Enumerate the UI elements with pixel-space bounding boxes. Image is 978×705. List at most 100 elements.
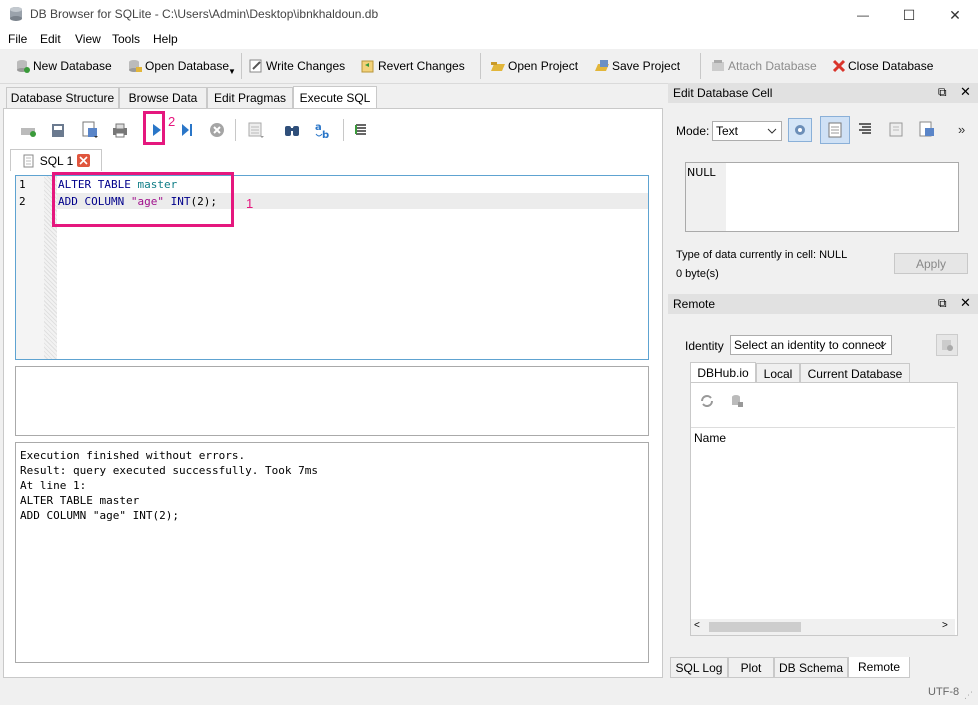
minimize-icon: — (857, 8, 869, 22)
horizontal-scrollbar[interactable]: < > (691, 619, 955, 635)
tab-local[interactable]: Local (756, 363, 800, 383)
save-project-label: Save Project (612, 59, 681, 73)
menu-view[interactable]: View (75, 32, 101, 46)
tab-execute-sql[interactable]: Execute SQL (293, 86, 377, 109)
tab-database-structure[interactable]: Database Structure (6, 87, 119, 108)
save-results-button[interactable] (245, 119, 267, 141)
identity-value: Select an identity to connect (734, 338, 885, 352)
attach-database-icon (712, 60, 724, 71)
revert-changes-button[interactable]: Revert Changes (360, 56, 465, 76)
edit-cell-header: Edit Database Cell ⧉ ✕ (668, 83, 978, 103)
printer-icon (113, 123, 127, 138)
remote-tree[interactable]: Name (691, 427, 955, 619)
close-panel-icon[interactable]: ✕ (960, 84, 971, 100)
tab-browse-data[interactable]: Browse Data (119, 87, 207, 108)
write-changes-icon (249, 59, 262, 73)
menu-help[interactable]: Help (153, 32, 178, 46)
open-tab-button[interactable] (17, 119, 39, 141)
open-sql-file-button[interactable] (47, 119, 69, 141)
scroll-right-icon[interactable]: > (942, 620, 948, 631)
revert-changes-label: Revert Changes (378, 59, 465, 73)
sql-document-icon (23, 154, 34, 167)
database-app-icon (8, 6, 24, 22)
open-project-icon (491, 62, 505, 71)
scroll-left-icon[interactable]: < (694, 620, 700, 631)
resize-grip-icon[interactable]: ⋰ (964, 690, 973, 701)
sql-tab-label: SQL 1 (39, 153, 74, 168)
tab-remote[interactable]: Remote (848, 657, 910, 678)
identity-select[interactable]: Select an identity to connect (730, 335, 892, 355)
refresh-icon (701, 395, 713, 407)
float-panel-icon[interactable]: ⧉ (938, 85, 947, 100)
scrollbar-thumb[interactable] (709, 622, 801, 632)
close-database-button[interactable]: Close Database (832, 56, 933, 76)
more-tools-icon[interactable]: » (958, 122, 965, 137)
identity-label: Identity (685, 339, 724, 353)
write-changes-button[interactable]: Write Changes (248, 56, 345, 76)
stop-icon (210, 123, 224, 137)
tab-current-database[interactable]: Current Database (800, 363, 910, 383)
text-align-button[interactable] (858, 122, 872, 139)
maximize-button[interactable]: ☐ (886, 0, 932, 30)
results-grid[interactable] (15, 366, 649, 436)
cell-editor[interactable]: NULL (685, 162, 959, 232)
remote-header: Remote ⧉ ✕ (668, 294, 978, 314)
message-line: At line 1: (20, 479, 87, 492)
comment-block-button[interactable] (350, 119, 372, 141)
new-database-label: New Database (33, 59, 112, 73)
close-window-button[interactable]: ✕ (932, 0, 978, 30)
manage-identity-button[interactable] (936, 334, 958, 356)
import-file-button[interactable] (888, 120, 906, 141)
mode-label: Mode: (676, 124, 710, 138)
mode-select[interactable]: Text (712, 121, 782, 141)
refresh-button[interactable] (699, 393, 715, 412)
save-project-button[interactable]: Save Project (594, 56, 680, 76)
apply-button[interactable]: Apply (894, 253, 968, 274)
menu-file[interactable]: File (8, 32, 27, 46)
save-project-icon (595, 60, 609, 71)
attach-database-label: Attach Database (728, 59, 817, 73)
maximize-icon: ☐ (902, 6, 916, 23)
attach-database-button[interactable]: Attach Database (710, 56, 817, 76)
cell-value: NULL (687, 166, 716, 179)
tab-sql-log[interactable]: SQL Log (670, 657, 728, 678)
open-database-dropdown-icon[interactable]: ▼ (228, 67, 236, 76)
stop-execution-button[interactable] (206, 119, 228, 141)
open-project-button[interactable]: Open Project (490, 56, 578, 76)
find-button[interactable] (281, 119, 303, 141)
clone-database-button[interactable] (729, 393, 745, 412)
execute-line-button[interactable] (176, 119, 198, 141)
menu-edit[interactable]: Edit (40, 32, 61, 46)
document-icon (828, 122, 842, 138)
remote-dbhub-pane: Name < > (690, 382, 958, 636)
message-line: ALTER TABLE master (20, 494, 140, 507)
step-forward-icon (182, 124, 192, 136)
new-database-button[interactable]: New Database (15, 56, 112, 76)
message-line: Execution finished without errors. (20, 449, 246, 462)
encoding-status: UTF-8 (928, 686, 960, 698)
close-panel-icon[interactable]: ✕ (960, 295, 971, 311)
execution-messages: Execution finished without errors. Resul… (15, 442, 649, 663)
close-database-label: Close Database (848, 59, 934, 73)
tab-db-schema[interactable]: DB Schema (774, 657, 848, 678)
auto-format-button[interactable] (788, 118, 812, 142)
open-database-button[interactable]: Open Database (127, 56, 229, 76)
float-panel-icon[interactable]: ⧉ (938, 296, 947, 311)
print-button[interactable] (109, 119, 131, 141)
menu-tools[interactable]: Tools (112, 32, 140, 46)
remote-title: Remote (673, 297, 716, 311)
find-replace-button[interactable]: ab (312, 119, 334, 141)
tab-dbhub[interactable]: DBHub.io (690, 362, 756, 383)
revert-changes-icon (361, 60, 374, 73)
annotation-number-2: 2 (168, 114, 176, 129)
save-sql-file-button[interactable] (79, 119, 101, 141)
sql-tab-sql1[interactable]: SQL 1 (10, 149, 102, 171)
svg-text:a: a (315, 122, 322, 133)
close-tab-icon[interactable] (77, 154, 91, 167)
minimize-button[interactable]: — (840, 0, 886, 30)
annotation-box-query (52, 172, 234, 227)
export-file-button[interactable] (918, 120, 936, 141)
word-wrap-button[interactable] (820, 116, 850, 144)
tab-plot[interactable]: Plot (728, 657, 774, 678)
tab-edit-pragmas[interactable]: Edit Pragmas (207, 87, 293, 108)
